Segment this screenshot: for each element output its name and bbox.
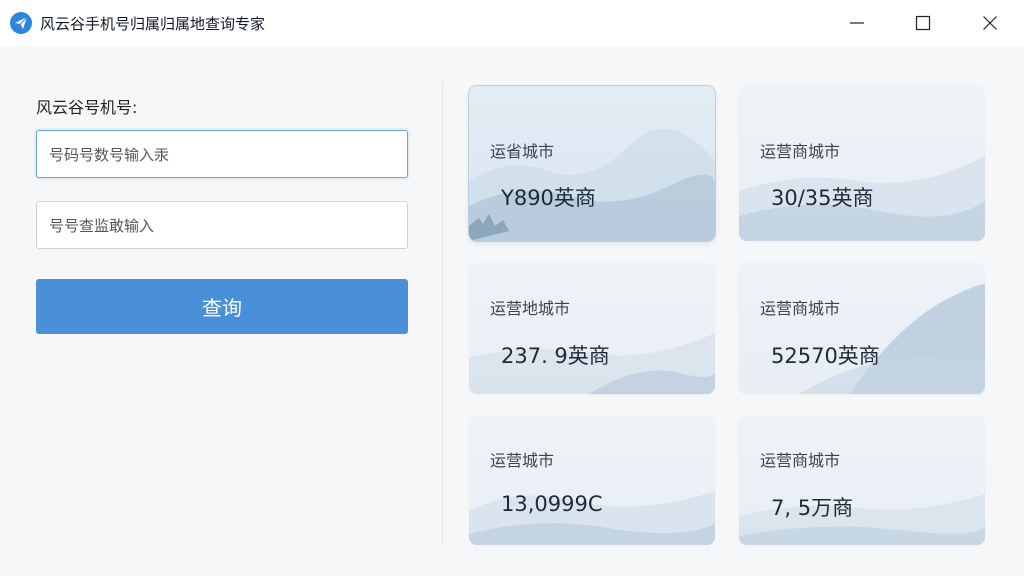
card-value: 7, 5万商 xyxy=(771,496,854,520)
title-bar: 风云谷手机号归属归属地查询专家 xyxy=(0,0,1024,46)
phone-section-label: 风云谷号机号: xyxy=(36,98,138,117)
app-window: 风云谷手机号归属归属地查询专家 风云谷号机号: 号码号数号输入汞 号号查监敢输入… xyxy=(0,0,1024,576)
mountain-illustration xyxy=(739,494,985,545)
card-title: 运营商城市 xyxy=(760,451,841,470)
card-title: 运营城市 xyxy=(490,451,555,470)
card-value: 30/35英商 xyxy=(771,186,874,210)
mountain-illustration xyxy=(469,129,715,241)
query-button[interactable]: 查询 xyxy=(36,279,408,334)
maximize-icon xyxy=(915,15,931,31)
card-title: 运省城市 xyxy=(490,142,555,161)
phone-number-input[interactable]: 号码号数号输入汞 xyxy=(36,130,408,178)
query-form: 风云谷号机号: 号码号数号输入汞 号号查监敢输入 查询 xyxy=(0,46,442,576)
close-icon xyxy=(983,16,997,30)
card-value: 13,0999C xyxy=(501,492,603,516)
card-title: 运营商城市 xyxy=(760,142,841,161)
mountain-illustration xyxy=(469,333,715,394)
result-card-3[interactable]: 运营地城市 237. 9英商 xyxy=(469,263,715,394)
card-value: Y890英商 xyxy=(501,186,596,210)
mountain-illustration xyxy=(799,284,985,394)
query-input[interactable]: 号号查监敢输入 xyxy=(36,201,408,249)
minimize-button[interactable] xyxy=(842,8,872,38)
result-card-5[interactable]: 运营城市 13,0999C xyxy=(469,416,715,545)
card-title: 运营地城市 xyxy=(490,299,571,318)
card-value: 52570英商 xyxy=(771,344,880,368)
result-card-2[interactable]: 运营商城市 30/35英商 xyxy=(739,86,985,241)
mountain-illustration xyxy=(739,156,985,241)
card-title: 运营商城市 xyxy=(760,299,841,318)
close-button[interactable] xyxy=(975,8,1005,38)
card-value: 237. 9英商 xyxy=(501,344,610,368)
paper-plane-icon xyxy=(10,12,32,34)
window-title: 风云谷手机号归属归属地查询专家 xyxy=(40,15,266,33)
minimize-icon xyxy=(850,22,864,24)
result-card-1[interactable]: 运省城市 Y890英商 xyxy=(469,86,715,241)
mountain-illustration xyxy=(469,491,715,545)
result-card-4[interactable]: 运营商城市 52570英商 xyxy=(739,263,985,394)
maximize-button[interactable] xyxy=(908,8,938,38)
result-card-6[interactable]: 运营商城市 7, 5万商 xyxy=(739,416,985,545)
panel-divider xyxy=(442,82,443,546)
